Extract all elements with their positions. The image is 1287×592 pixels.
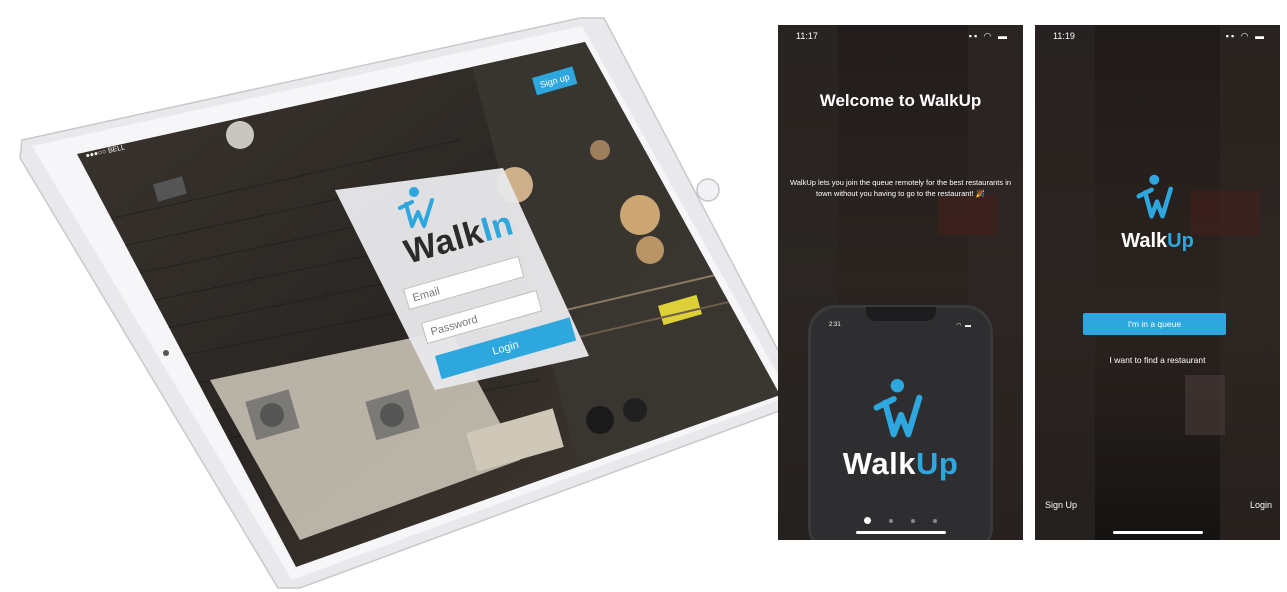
notch [866,307,936,321]
status-time: 11:17 [796,31,818,41]
in-queue-button[interactable]: I'm in a queue [1083,313,1226,335]
page-indicator[interactable] [811,512,990,530]
brand-suffix: Up [1167,230,1194,252]
login-link[interactable]: Login [1250,500,1272,510]
inner-status-icons: ◠ ▬ [956,323,972,329]
home-indicator [1113,531,1203,534]
welcome-title: Welcome to WalkUp [819,91,982,110]
page-dot[interactable] [864,517,871,525]
brand-prefix: Walk [1121,230,1168,252]
home-indicator [856,531,946,534]
walkup-brand: WalkUp [811,446,990,482]
status-icons: ▪▪ ◠ ▬ [968,31,1009,41]
page-dot[interactable] [933,518,937,523]
phone-landing-screen: 11:19 ▪▪ ◠ ▬ WalkUp I'm in a queue I wan… [1035,25,1280,540]
walker-icon [873,378,923,438]
status-bar: 11:17 ▪▪ ◠ ▬ [796,31,1009,45]
page-dot[interactable] [911,518,915,523]
signup-link[interactable]: Sign Up [1045,500,1077,510]
phone-welcome-screen: 11:17 ▪▪ ◠ ▬ Welcome to WalkUp WalkUp le… [778,25,1023,540]
brand-suffix: Up [915,446,959,481]
welcome-description: WalkUp lets you join the queue remotely … [789,178,1012,198]
status-icons: ▪▪ ◠ ▬ [1225,31,1266,41]
page-dot[interactable] [889,518,893,523]
status-bar: 11:19 ▪▪ ◠ ▬ [1053,31,1266,45]
status-time: 11:19 [1053,31,1075,41]
walker-icon [1136,174,1173,219]
walkup-brand: WalkUp [1035,230,1280,253]
ipad-mockup: ●●●○○ BELL 4:21 PM 100% Sign up WalkIn E… [0,0,800,592]
find-restaurant-link[interactable]: I want to find a restaurant [1035,355,1280,365]
brand-prefix: Walk [842,446,916,481]
inner-status-bar: 2:31 ◠ ▬ [829,322,972,329]
street-background [1035,25,1280,540]
login-card [335,168,589,390]
inner-status-time: 2:31 [829,322,841,328]
inner-phone-mockup: 2:31 ◠ ▬ WalkUp [808,305,993,540]
